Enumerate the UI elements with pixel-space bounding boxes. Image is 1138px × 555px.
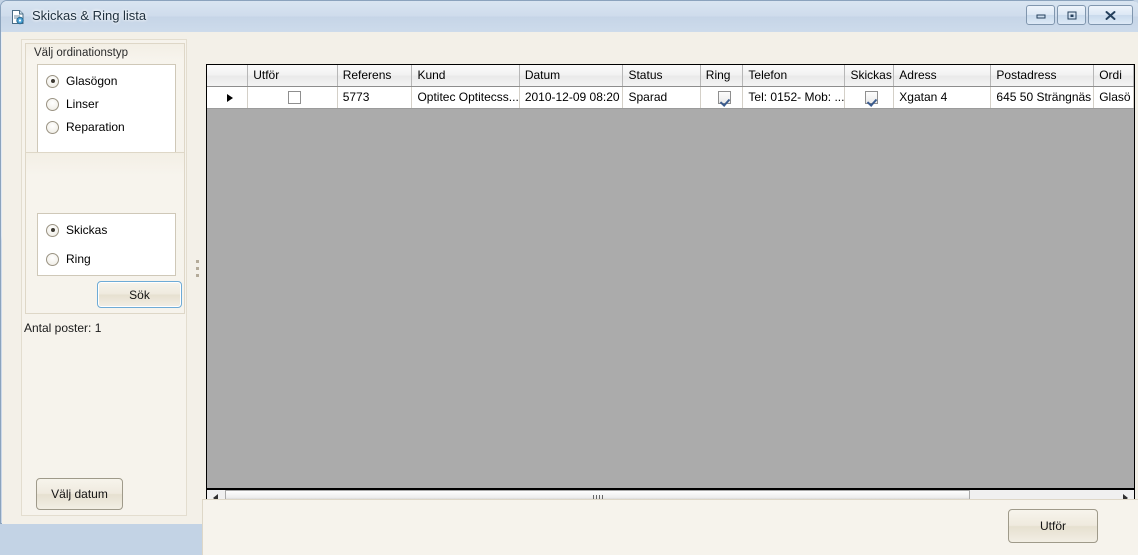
application-window: Skickas & Ring lista Välj ordinationstyp… [0, 0, 1138, 555]
contact-method-group: Skickas Ring Sök [25, 152, 185, 314]
close-icon [1105, 10, 1116, 20]
column-header-status[interactable]: Status [622, 65, 701, 87]
radio-glasogon[interactable]: Glasögon [46, 74, 117, 88]
column-header-telefon[interactable]: Telefon [742, 65, 846, 87]
minimize-icon [1036, 14, 1045, 19]
search-button[interactable]: Sök [97, 281, 182, 308]
ordination-type-group-title: Välj ordinationstyp [34, 47, 128, 59]
contact-method-options: Skickas Ring [37, 213, 176, 276]
radio-dot-icon [46, 120, 59, 134]
radio-reparation[interactable]: Reparation [46, 120, 125, 134]
document-list-icon [10, 9, 26, 25]
cell-referens[interactable]: 5773 [337, 86, 413, 109]
cell-ring[interactable] [700, 86, 744, 109]
table-row[interactable]: 5773 Optitec Optitecss... 2010-12-09 08:… [207, 86, 1134, 109]
title-bar[interactable]: Skickas & Ring lista [1, 1, 1138, 32]
row-indicator-cell[interactable] [207, 86, 249, 109]
cell-skickas[interactable] [844, 86, 895, 109]
cell-status[interactable]: Sparad [622, 86, 701, 109]
radio-ring[interactable]: Ring [46, 252, 91, 266]
ordination-type-options: Glasögon Linser Reparation [37, 64, 176, 153]
radio-dot-icon [46, 97, 59, 111]
grid-panel: Utför Referens Kund Datum Status Ring Te… [202, 33, 1138, 524]
radio-linser-label: Linser [66, 97, 99, 111]
radio-skickas-label: Skickas [66, 223, 108, 237]
row-header-column [207, 65, 249, 87]
radio-skickas[interactable]: Skickas [46, 223, 107, 237]
client-area: Välj ordinationstyp Glasögon Linser Repa… [2, 32, 1138, 555]
cell-ordinationstyp[interactable]: Glasö [1093, 86, 1134, 109]
choose-date-button[interactable]: Välj datum [36, 478, 123, 510]
radio-dot-icon [46, 223, 59, 237]
cell-datum[interactable]: 2010-12-09 08:20 [519, 86, 624, 109]
radio-reparation-label: Reparation [66, 120, 125, 134]
maximize-icon [1067, 11, 1076, 19]
radio-linser[interactable]: Linser [46, 97, 99, 111]
splitter-grip-dot [196, 260, 199, 263]
column-header-ordinationstyp[interactable]: Ordi [1093, 65, 1134, 87]
left-panel: Välj ordinationstyp Glasögon Linser Repa… [21, 39, 187, 516]
column-header-postadress[interactable]: Postadress [990, 65, 1095, 87]
radio-dot-icon [46, 74, 59, 88]
splitter-grip-dot [196, 274, 199, 277]
panel-splitter[interactable] [192, 70, 202, 516]
current-row-arrow-icon [226, 93, 233, 102]
cell-utfor[interactable] [247, 86, 338, 109]
cell-postadress[interactable]: 645 50 Strängnäs [990, 86, 1095, 109]
close-button[interactable] [1088, 5, 1133, 25]
maximize-button[interactable] [1057, 5, 1086, 25]
column-header-referens[interactable]: Referens [337, 65, 413, 87]
column-header-datum[interactable]: Datum [519, 65, 624, 87]
radio-ring-label: Ring [66, 252, 91, 266]
splitter-grip-dot [196, 267, 199, 270]
ordination-type-group: Välj ordinationstyp Glasögon Linser Repa… [25, 43, 185, 164]
window-title: Skickas & Ring lista [32, 8, 147, 23]
column-header-adress[interactable]: Adress [893, 65, 992, 87]
skickas-checkbox[interactable] [865, 91, 879, 105]
record-count-label: Antal poster: 1 [24, 321, 102, 335]
data-grid[interactable]: Utför Referens Kund Datum Status Ring Te… [206, 64, 1135, 489]
minimize-button[interactable] [1026, 5, 1055, 25]
column-header-skickas[interactable]: Skickas [844, 65, 895, 87]
column-header-utfor[interactable]: Utför [247, 65, 338, 87]
footer-panel: Utför [202, 499, 1138, 555]
ring-checkbox[interactable] [717, 91, 731, 105]
window-controls [1026, 5, 1133, 25]
cell-kund[interactable]: Optitec Optitecss... [411, 86, 520, 109]
data-grid-header-row: Utför Referens Kund Datum Status Ring Te… [207, 65, 1134, 87]
radio-glasogon-label: Glasögon [66, 74, 118, 88]
cell-adress[interactable]: Xgatan 4 [893, 86, 992, 109]
column-header-kund[interactable]: Kund [411, 65, 520, 87]
cell-telefon[interactable]: Tel: 0152- Mob: ... [742, 86, 846, 109]
column-header-ring[interactable]: Ring [700, 65, 744, 87]
execute-button[interactable]: Utför [1008, 509, 1098, 543]
data-grid-table: Utför Referens Kund Datum Status Ring Te… [207, 65, 1134, 109]
utfor-checkbox[interactable] [288, 91, 302, 105]
radio-dot-icon [46, 252, 59, 266]
